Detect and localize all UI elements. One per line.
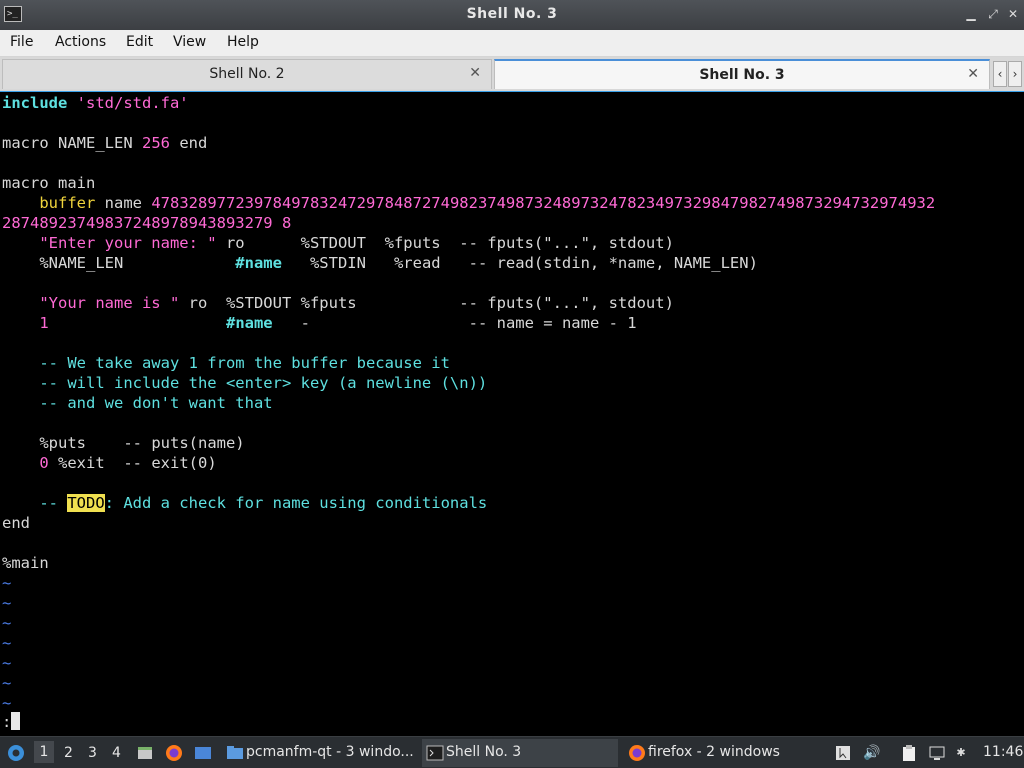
code-line: include 'std/std.fa' bbox=[2, 94, 189, 112]
taskbar: 1 2 3 4 pcmanfm-qt - 3 windo... Shell No… bbox=[0, 736, 1024, 768]
task-pcmanfm[interactable]: pcmanfm-qt - 3 windo... bbox=[222, 739, 418, 767]
empty-line-tilde: ~ bbox=[2, 674, 12, 692]
code-comment: -- We take away 1 from the buffer becaus… bbox=[2, 354, 450, 372]
tab-label: Shell No. 3 bbox=[699, 67, 785, 83]
tab-shell-3[interactable]: Shell No. 3 ✕ bbox=[494, 59, 990, 89]
code-line: end bbox=[2, 514, 30, 532]
clock[interactable]: 11:46 bbox=[983, 744, 1023, 760]
file-manager-launcher-icon[interactable] bbox=[136, 744, 154, 762]
menu-help[interactable]: Help bbox=[227, 34, 259, 50]
bluetooth-icon[interactable]: ✱ bbox=[954, 744, 968, 762]
show-desktop-icon[interactable] bbox=[194, 744, 212, 762]
todo-highlight: TODO bbox=[67, 494, 105, 512]
menu-edit[interactable]: Edit bbox=[126, 34, 153, 50]
code-comment: -- and we don't want that bbox=[2, 394, 273, 412]
code-line: 1 #name - -- name = name - 1 bbox=[2, 314, 637, 332]
pointer-icon[interactable] bbox=[834, 744, 852, 762]
tab-shell-2[interactable]: Shell No. 2 ✕ bbox=[2, 59, 492, 89]
task-firefox[interactable]: firefox - 2 windows bbox=[624, 739, 820, 767]
code-line: %main bbox=[2, 554, 49, 572]
firefox-launcher-icon[interactable] bbox=[165, 744, 183, 762]
desktop-3[interactable]: 3 bbox=[88, 745, 97, 761]
minimize-icon[interactable]: ▁ bbox=[962, 5, 980, 23]
command-line[interactable]: : bbox=[2, 712, 21, 732]
menu-view[interactable]: View bbox=[173, 34, 206, 50]
code-line: "Your name is " ro %STDOUT %fputs -- fpu… bbox=[2, 294, 674, 312]
empty-line-tilde: ~ bbox=[2, 654, 12, 672]
tab-bar: Shell No. 2 ✕ Shell No. 3 ✕ ‹ › bbox=[0, 57, 1024, 91]
empty-line-tilde: ~ bbox=[2, 594, 12, 612]
close-icon[interactable]: ✕ bbox=[1004, 5, 1022, 23]
window-title: Shell No. 3 bbox=[466, 6, 558, 22]
empty-line-tilde: ~ bbox=[2, 614, 12, 632]
code-line: "Enter your name: " ro %STDOUT %fputs --… bbox=[2, 234, 674, 252]
folder-icon bbox=[227, 746, 243, 759]
code-comment: -- will include the <enter> key (a newli… bbox=[2, 374, 488, 392]
maximize-icon[interactable]: ⤢ bbox=[984, 5, 1002, 23]
menu-bar: File Actions Edit View Help bbox=[0, 30, 1024, 57]
firefox-icon bbox=[629, 745, 645, 761]
tab-label: Shell No. 2 bbox=[209, 66, 285, 82]
tab-scroll-right-icon[interactable]: › bbox=[1008, 61, 1022, 87]
volume-icon[interactable]: 🔊 bbox=[863, 744, 881, 762]
terminal-view[interactable]: include 'std/std.fa' macro NAME_LEN 256 … bbox=[0, 91, 1024, 736]
code-line: macro NAME_LEN 256 end bbox=[2, 134, 208, 152]
desktop-4[interactable]: 4 bbox=[112, 745, 121, 761]
desktop-2[interactable]: 2 bbox=[64, 745, 73, 761]
empty-line-tilde: ~ bbox=[2, 694, 12, 712]
title-bar: >_ Shell No. 3 ▁ ⤢ ✕ bbox=[0, 0, 1024, 30]
desktop-1[interactable]: 1 bbox=[34, 741, 54, 763]
tab-close-icon[interactable]: ✕ bbox=[469, 65, 481, 81]
empty-line-tilde: ~ bbox=[2, 634, 12, 652]
code-line: macro main bbox=[2, 174, 96, 192]
code-line: buffer name 4783289772397849783247297848… bbox=[2, 194, 936, 212]
start-menu-icon[interactable] bbox=[6, 743, 26, 763]
code-line: %puts -- puts(name) bbox=[2, 434, 245, 452]
tab-close-icon[interactable]: ✕ bbox=[967, 66, 979, 82]
menu-file[interactable]: File bbox=[10, 34, 33, 50]
terminal-icon bbox=[426, 745, 444, 761]
empty-line-tilde: ~ bbox=[2, 574, 12, 592]
network-icon[interactable] bbox=[928, 744, 946, 762]
code-line: 28748923749837248978943893279 8 bbox=[2, 214, 292, 232]
code-comment: -- TODO: Add a check for name using cond… bbox=[2, 494, 488, 512]
tab-scroll-left-icon[interactable]: ‹ bbox=[993, 61, 1007, 87]
code-line: 0 %exit -- exit(0) bbox=[2, 454, 217, 472]
task-shell[interactable]: Shell No. 3 bbox=[422, 739, 618, 767]
code-line: %NAME_LEN #name %STDIN %read -- read(std… bbox=[2, 254, 758, 272]
text-cursor bbox=[11, 712, 21, 730]
clipboard-icon[interactable] bbox=[900, 744, 918, 762]
menu-actions[interactable]: Actions bbox=[55, 34, 106, 50]
